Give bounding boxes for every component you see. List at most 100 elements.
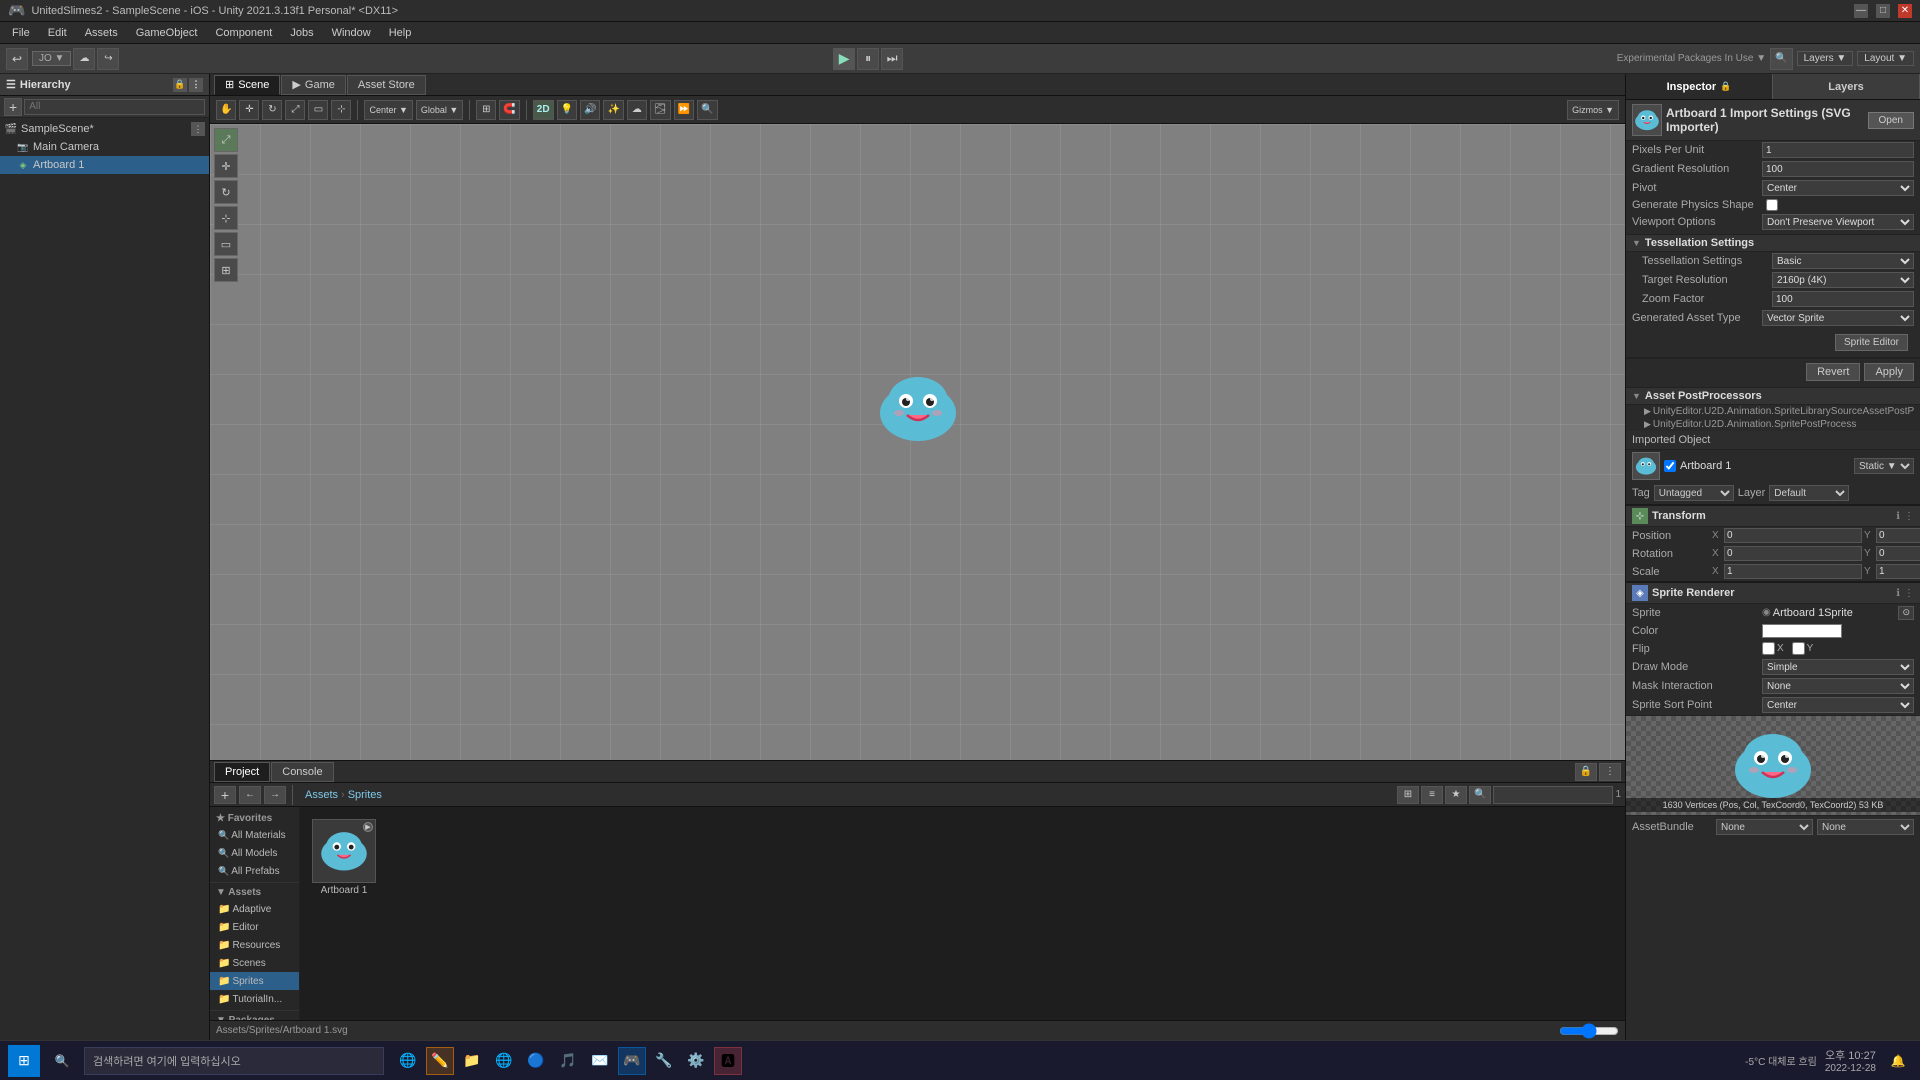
- flip-y-checkbox[interactable]: [1792, 642, 1805, 655]
- close-button[interactable]: ✕: [1898, 4, 1912, 18]
- sprite-renderer-info-btn[interactable]: ℹ: [1896, 588, 1900, 599]
- pixels-per-unit-value[interactable]: [1762, 142, 1914, 158]
- scene-fx-btn[interactable]: ✨: [603, 100, 623, 120]
- target-res-select[interactable]: 2160p (4K): [1772, 272, 1914, 288]
- proj-item-tutorialin[interactable]: 📁 TutorialIn...: [210, 990, 299, 1008]
- pause-button[interactable]: ⏸: [857, 48, 879, 70]
- apply-button[interactable]: Apply: [1864, 363, 1914, 381]
- color-picker[interactable]: [1762, 624, 1842, 638]
- proj-item-all-materials[interactable]: 🔍 All Materials: [210, 826, 299, 844]
- viewport-select[interactable]: Don't Preserve Viewport: [1762, 214, 1914, 230]
- rot-x-input[interactable]: [1724, 546, 1862, 561]
- proj-item-resources[interactable]: 📁 Resources: [210, 936, 299, 954]
- scene-light-btn[interactable]: 💡: [557, 100, 577, 120]
- sprite-sort-point-value[interactable]: Center: [1762, 697, 1914, 713]
- tessellation-select[interactable]: Basic: [1772, 253, 1914, 269]
- hier-item-samplescene[interactable]: 🎬 SampleScene* ⋮: [0, 120, 209, 138]
- scene-audio-btn[interactable]: 🔊: [580, 100, 600, 120]
- asset-post-item-2[interactable]: ▶ UnityEditor.U2D.Animation.SpritePostPr…: [1626, 418, 1920, 431]
- redo-button[interactable]: ↪: [97, 48, 119, 70]
- transform-header[interactable]: ⊹ Transform ℹ ⋮: [1626, 504, 1920, 527]
- step-button[interactable]: ⏭: [881, 48, 903, 70]
- bottom-tab-project[interactable]: Project: [214, 762, 270, 782]
- taskbar-unity[interactable]: 🎮: [618, 1047, 646, 1075]
- hier-item-artboard1[interactable]: ◈ Artboard 1: [0, 156, 209, 174]
- generated-asset-select[interactable]: Vector Sprite: [1762, 310, 1914, 326]
- proj-item-all-models[interactable]: 🔍 All Models: [210, 844, 299, 862]
- project-search-btn[interactable]: 🔍: [1469, 786, 1491, 804]
- obj-static-select[interactable]: Static ▼: [1854, 458, 1914, 474]
- maximize-button[interactable]: □: [1876, 4, 1890, 18]
- draw-mode-select[interactable]: Simple: [1762, 659, 1914, 675]
- start-button[interactable]: ⊞: [8, 1045, 40, 1077]
- breadcrumb-assets[interactable]: Assets: [305, 789, 338, 801]
- asset-bundle-select-1[interactable]: None: [1716, 819, 1813, 835]
- layers-tab[interactable]: Layers: [1773, 74, 1920, 99]
- tab-game[interactable]: ▶ Game: [281, 75, 345, 95]
- asset-post-item-1[interactable]: ▶ UnityEditor.U2D.Animation.SpriteLibrar…: [1626, 405, 1920, 418]
- mask-interaction-select[interactable]: None: [1762, 678, 1914, 694]
- zoom-factor-value[interactable]: [1772, 291, 1914, 307]
- mask-interaction-value[interactable]: None: [1762, 678, 1914, 694]
- play-button[interactable]: ▶: [833, 48, 855, 70]
- taskbar-cortana[interactable]: 🌐: [394, 1047, 422, 1075]
- scene-tool-custom[interactable]: ⊞: [214, 258, 238, 282]
- generated-asset-value[interactable]: Vector Sprite: [1762, 310, 1914, 326]
- proj-item-scenes[interactable]: 📁 Scenes: [210, 954, 299, 972]
- scene-tool-rect[interactable]: ▭: [214, 232, 238, 256]
- scene-transform-btn[interactable]: ⊹: [331, 100, 351, 120]
- taskbar-vscode[interactable]: 🔧: [650, 1047, 678, 1075]
- project-view-btn[interactable]: ⊞: [1397, 786, 1419, 804]
- scene-rect-btn[interactable]: ▭: [308, 100, 328, 120]
- color-field[interactable]: [1762, 624, 1914, 638]
- taskbar-app4[interactable]: 🔵: [522, 1047, 550, 1075]
- scene-rotate-btn[interactable]: ↻: [262, 100, 282, 120]
- scene-tool-rotate[interactable]: ↻: [214, 180, 238, 204]
- hierarchy-add-button[interactable]: +: [4, 98, 22, 116]
- file-play-btn[interactable]: ▶: [363, 822, 373, 832]
- flip-y-label[interactable]: Y: [1792, 642, 1814, 655]
- scene-move-btn[interactable]: ✛: [239, 100, 259, 120]
- scene-anim-btn[interactable]: ⏩: [674, 100, 694, 120]
- menu-component[interactable]: Component: [207, 25, 280, 41]
- taskbar-app3[interactable]: 🌐: [490, 1047, 518, 1075]
- zoom-factor-input[interactable]: [1772, 291, 1914, 307]
- project-add-btn[interactable]: +: [214, 786, 236, 804]
- undo-button[interactable]: ↩: [6, 48, 28, 70]
- taskbar-app2[interactable]: 📁: [458, 1047, 486, 1075]
- minimize-button[interactable]: —: [1854, 4, 1868, 18]
- tessellation-value[interactable]: Basic: [1772, 253, 1914, 269]
- sprite-sort-point-select[interactable]: Center: [1762, 697, 1914, 713]
- sprite-renderer-header[interactable]: ◈ Sprite Renderer ℹ ⋮: [1626, 581, 1920, 604]
- scene-skybox-btn[interactable]: ☁: [627, 100, 647, 120]
- scene-tool-scale[interactable]: ⊹: [214, 206, 238, 230]
- menu-edit[interactable]: Edit: [40, 25, 75, 41]
- scene-view[interactable]: ⤢ ✛ ↻ ⊹ ▭ ⊞: [210, 124, 1625, 760]
- transform-info-btn[interactable]: ℹ: [1896, 511, 1900, 522]
- gradient-res-value[interactable]: [1762, 161, 1914, 177]
- viewport-value[interactable]: Don't Preserve Viewport: [1762, 214, 1914, 230]
- taskbar-clock[interactable]: 오후 10:27 2022-12-28: [1825, 1047, 1876, 1074]
- scene-2d-btn[interactable]: 2D: [533, 100, 554, 120]
- scene-hand-btn[interactable]: ✋: [216, 100, 236, 120]
- hierarchy-lock-icon[interactable]: 🔒: [173, 78, 187, 92]
- menu-assets[interactable]: Assets: [77, 25, 126, 41]
- proj-item-adaptive[interactable]: 📁 Adaptive: [210, 900, 299, 918]
- pivot-value[interactable]: Center: [1762, 180, 1914, 196]
- hier-item-maincamera[interactable]: 📷 Main Camera: [0, 138, 209, 156]
- bottom-tab-console[interactable]: Console: [271, 762, 333, 782]
- revert-button[interactable]: Revert: [1806, 363, 1860, 381]
- scale-y-input[interactable]: [1876, 564, 1920, 579]
- sprite-editor-button[interactable]: Sprite Editor: [1835, 334, 1908, 351]
- proj-item-all-prefabs[interactable]: 🔍 All Prefabs: [210, 862, 299, 880]
- menu-jobs[interactable]: Jobs: [282, 25, 321, 41]
- menu-file[interactable]: File: [4, 25, 38, 41]
- hierarchy-more-icon[interactable]: ⋮: [189, 78, 203, 92]
- artboard1-sprite[interactable]: [873, 371, 963, 449]
- scene-pivot-btn[interactable]: Center ▼: [364, 100, 412, 120]
- open-button[interactable]: Open: [1868, 112, 1914, 129]
- scene-grid-btn[interactable]: ⊞: [476, 100, 496, 120]
- taskbar-app5[interactable]: 🎵: [554, 1047, 582, 1075]
- taskbar-settings[interactable]: ⚙️: [682, 1047, 710, 1075]
- scale-x-input[interactable]: [1724, 564, 1862, 579]
